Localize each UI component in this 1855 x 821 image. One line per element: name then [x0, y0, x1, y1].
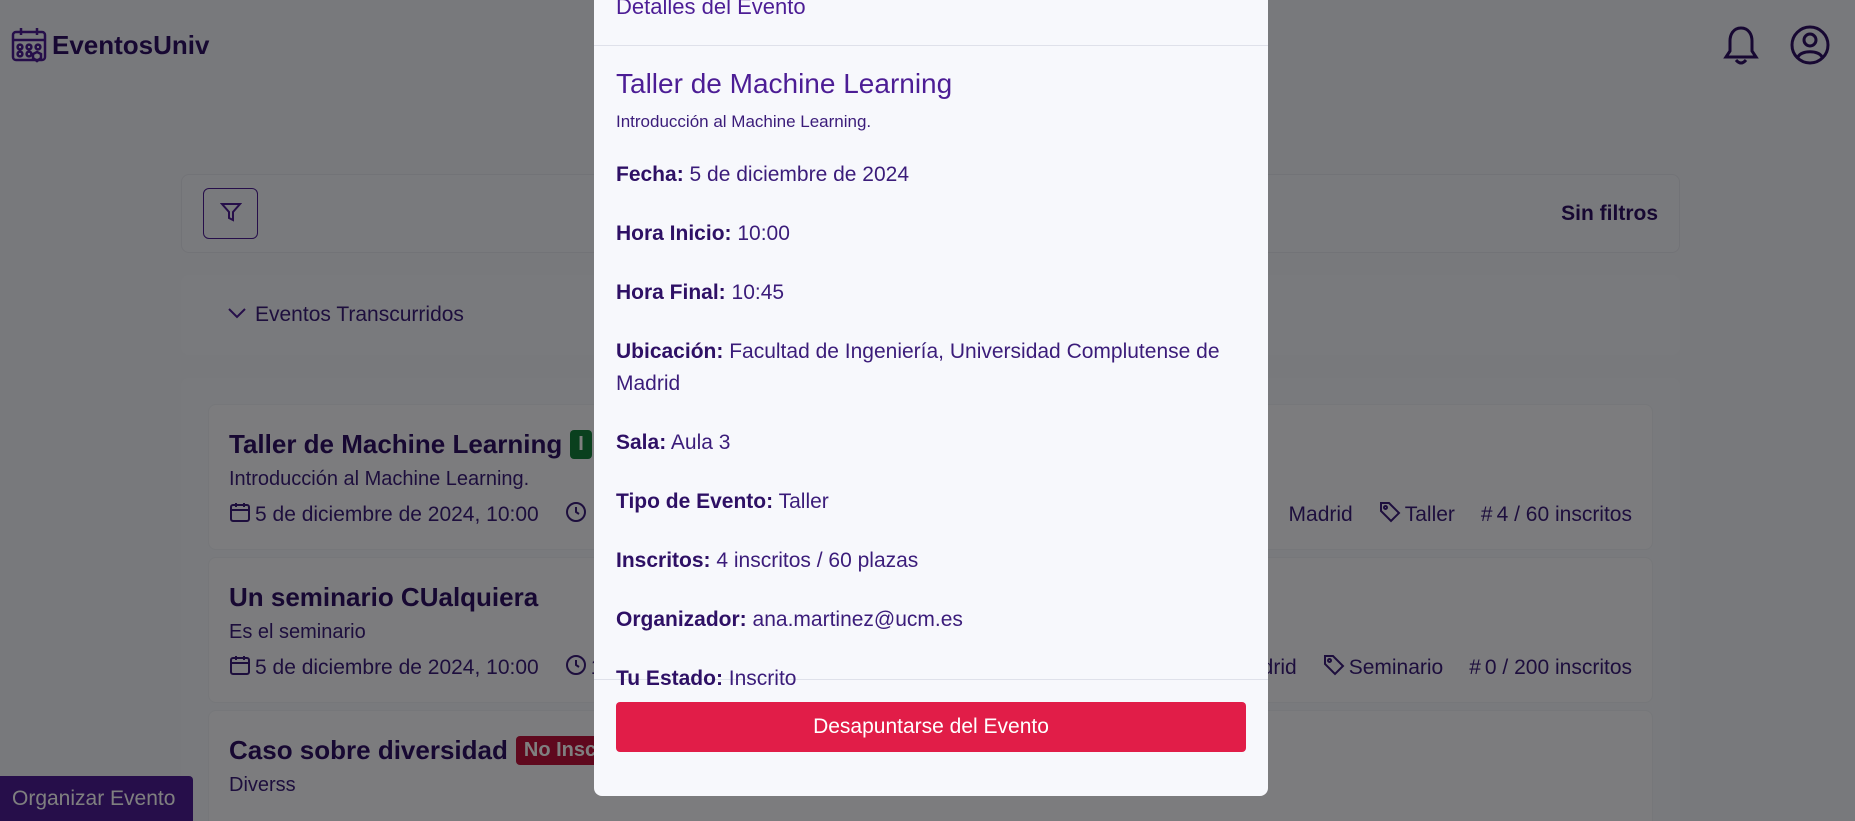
detail-start-time: Hora Inicio: 10:00 [616, 222, 790, 245]
modal-title: Detalles del Evento [616, 0, 806, 19]
modal-header: Detalles del Evento [594, 0, 1268, 46]
detail-room: Sala: Aula 3 [616, 431, 731, 454]
detail-date: Fecha: 5 de diciembre de 2024 [616, 163, 910, 186]
app-root: EventosUniv [0, 0, 1855, 821]
event-detail-title: Taller de Machine Learning [616, 68, 953, 99]
detail-organizer: Organizador: ana.martinez@ucm.es [616, 608, 963, 631]
event-details-modal: Detalles del Evento Taller de Machine Le… [594, 0, 1268, 796]
detail-location: Ubicación: Facultad de Ingeniería, Unive… [616, 340, 1220, 395]
unenroll-button[interactable]: Desapuntarse del Evento [616, 702, 1246, 752]
detail-end-time: Hora Final: 10:45 [616, 281, 785, 304]
detail-enrolled: Inscritos: 4 inscritos / 60 plazas [616, 549, 919, 572]
detail-event-type: Tipo de Evento: Taller [616, 490, 829, 513]
event-detail-description: Introducción al Machine Learning. [616, 112, 872, 131]
modal-body: Taller de Machine Learning Introducción … [594, 46, 1268, 690]
